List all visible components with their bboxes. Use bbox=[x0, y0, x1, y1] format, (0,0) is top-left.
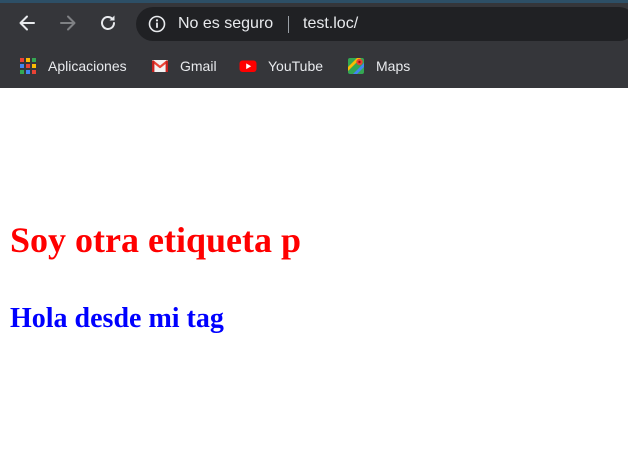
bookmark-label: Aplicaciones bbox=[48, 58, 127, 74]
browser-chrome: No es seguro test.loc/ Aplicaciones Gmai… bbox=[0, 0, 628, 88]
reload-button[interactable] bbox=[94, 9, 122, 37]
info-icon[interactable] bbox=[148, 15, 166, 33]
bookmark-apps[interactable]: Aplicaciones bbox=[19, 54, 127, 78]
forward-arrow-icon bbox=[60, 15, 76, 31]
bookmark-gmail[interactable]: Gmail bbox=[151, 54, 217, 78]
bookmark-maps[interactable]: Maps bbox=[347, 54, 410, 78]
paragraph-hola-desde-mi-tag: Hola desde mi tag bbox=[10, 303, 224, 334]
back-button[interactable] bbox=[13, 9, 41, 37]
bookmark-youtube[interactable]: YouTube bbox=[239, 54, 323, 78]
reload-icon bbox=[101, 15, 115, 30]
bookmark-label: YouTube bbox=[268, 58, 324, 74]
url-text[interactable]: test.loc/ bbox=[303, 7, 358, 41]
forward-button[interactable] bbox=[54, 9, 82, 37]
address-bar[interactable]: No es seguro test.loc/ bbox=[136, 7, 628, 41]
security-status-text[interactable]: No es seguro bbox=[178, 7, 273, 41]
maps-icon bbox=[348, 58, 364, 74]
bookmark-label: Maps bbox=[376, 58, 411, 74]
bookmark-label: Gmail bbox=[180, 58, 217, 74]
browser-toolbar: No es seguro test.loc/ bbox=[0, 3, 628, 45]
back-arrow-icon bbox=[19, 15, 35, 31]
gmail-icon bbox=[151, 60, 169, 72]
paragraph-soy-otra-etiqueta: Soy otra etiqueta p bbox=[10, 220, 301, 260]
bookmarks-bar: Aplicaciones Gmail YouTube Maps bbox=[0, 48, 628, 88]
youtube-icon bbox=[239, 60, 257, 72]
omnibox-divider bbox=[288, 16, 289, 33]
apps-grid-icon bbox=[20, 58, 36, 74]
